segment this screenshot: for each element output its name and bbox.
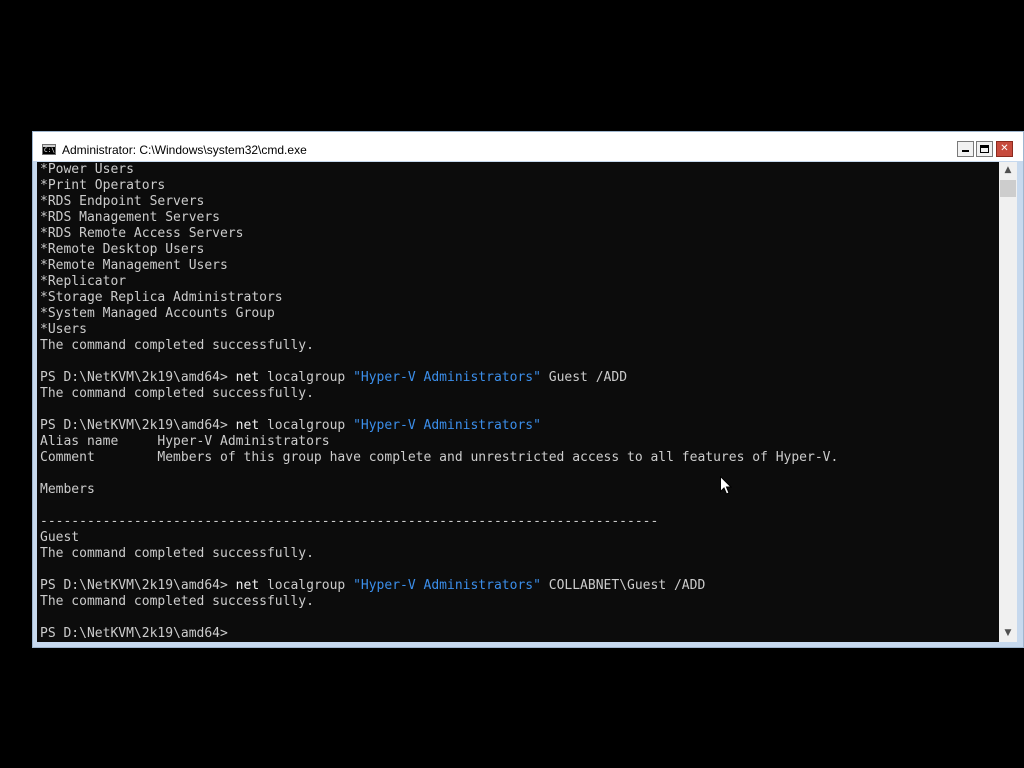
command-rest: COLLABNET\Guest /ADD (540, 578, 706, 593)
command-string: "Hyper-V Administrators" (353, 578, 541, 593)
command-rest: Guest /ADD (540, 370, 628, 385)
output-line: *Remote Management Users (40, 258, 228, 273)
cmd-app-icon[interactable]: C:\ (42, 144, 56, 155)
scroll-down-arrow-icon[interactable]: ▼ (999, 625, 1017, 642)
cmd-window: C:\ Administrator: C:\Windows\system32\c… (32, 131, 1024, 648)
command-word: net (235, 578, 260, 593)
prompt: PS D:\NetKVM\2k19\amd64> (40, 418, 236, 433)
window-title: Administrator: C:\Windows\system32\cmd.e… (62, 143, 307, 157)
command-string: "Hyper-V Administrators" (353, 370, 541, 385)
output-line: The command completed successfully. (40, 546, 314, 561)
maximize-button[interactable] (976, 141, 993, 157)
command-line: PS D:\NetKVM\2k19\amd64> net localgroup … (40, 418, 541, 434)
output-line: Members (40, 482, 95, 497)
console-output[interactable]: The command completed successfully. The c… (37, 162, 999, 642)
scroll-up-arrow-icon[interactable]: ▲ (999, 162, 1017, 179)
command-arg: localgroup (259, 370, 354, 385)
close-button[interactable]: ✕ (996, 141, 1013, 157)
prompt: PS D:\NetKVM\2k19\amd64> (40, 370, 236, 385)
output-line: The command completed successfully. (40, 338, 314, 353)
minimize-button[interactable] (957, 141, 974, 157)
scrollbar-thumb[interactable] (1000, 180, 1016, 197)
output-line: *Power Users (40, 162, 134, 177)
minimize-icon (962, 150, 969, 152)
mouse-cursor-icon (720, 476, 732, 495)
command-string: "Hyper-V Administrators" (353, 418, 541, 433)
prompt: PS D:\NetKVM\2k19\amd64> (40, 578, 236, 593)
command-word: net (235, 418, 260, 433)
final-prompt: PS D:\NetKVM\2k19\amd64> (40, 626, 228, 641)
command-word: net (235, 370, 260, 385)
output-line: ----------------------------------------… (40, 514, 659, 529)
output-line: *Storage Replica Administrators (40, 290, 283, 305)
output-line: *RDS Endpoint Servers (40, 194, 205, 209)
command-arg: localgroup (259, 578, 354, 593)
cmd-app-icon-text: C:\ (44, 147, 55, 154)
output-line: The command completed successfully. (40, 594, 314, 609)
output-line: *Remote Desktop Users (40, 242, 205, 257)
command-line: PS D:\NetKVM\2k19\amd64> net localgroup … (40, 370, 627, 386)
command-line: PS D:\NetKVM\2k19\amd64> net localgroup … (40, 578, 705, 594)
close-icon: ✕ (1000, 143, 1009, 154)
output-line: Alias name Hyper-V Administrators (40, 434, 330, 449)
output-line: *Print Operators (40, 178, 166, 193)
title-bar[interactable]: C:\ Administrator: C:\Windows\system32\c… (33, 132, 1023, 161)
maximize-icon (980, 145, 989, 153)
output-line: *Replicator (40, 274, 127, 289)
output-line: *System Managed Accounts Group (40, 306, 275, 321)
output-line: The command completed successfully. (40, 386, 314, 401)
output-line: *RDS Management Servers (40, 210, 221, 225)
command-arg: localgroup (259, 418, 354, 433)
output-line: Guest (40, 530, 80, 545)
output-line: *RDS Remote Access Servers (40, 226, 244, 241)
output-line: Comment Members of this group have compl… (40, 450, 839, 465)
vertical-scrollbar[interactable]: ▲ ▼ (999, 162, 1017, 642)
output-line: *Users (40, 322, 87, 337)
